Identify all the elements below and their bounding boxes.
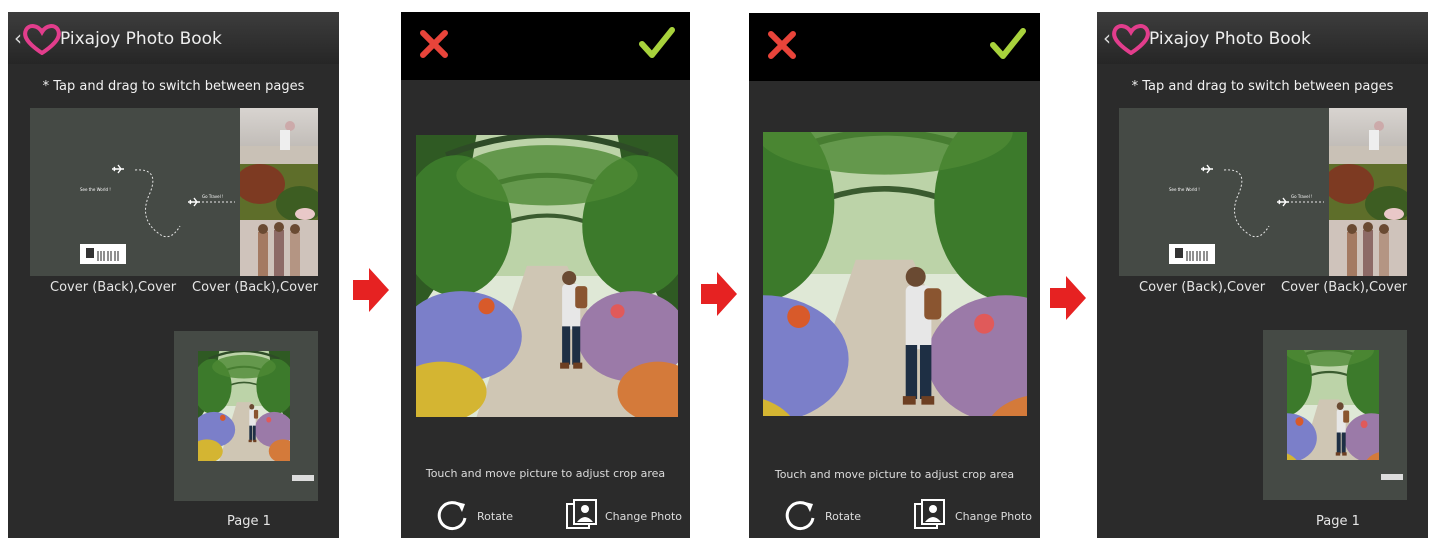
back-chevron-icon[interactable]: ‹ (1103, 28, 1111, 48)
change-photo-button[interactable]: Change Photo (913, 498, 1037, 534)
rotate-icon (783, 498, 817, 532)
cover-label: Cover (Back),Cover (1281, 280, 1408, 295)
crop-screen-after: Touch and move picture to adjust crop ar… (749, 13, 1040, 538)
rotate-label: Rotate (477, 510, 514, 523)
cover-label: Cover (Back),Cover (192, 280, 319, 295)
app-header: ‹ Pixajoy Photo Book (8, 12, 339, 64)
cover-back-design: See the World ! Go Travel ! (1119, 108, 1329, 276)
app-title: Pixajoy Photo Book (1149, 29, 1311, 49)
cover-spread[interactable]: See the World ! Go Travel ! (30, 108, 324, 276)
page-1-text-bar (292, 475, 314, 481)
book-screen-before: ‹ Pixajoy Photo Book * Tap and drag to s… (8, 12, 339, 538)
check-icon[interactable] (990, 28, 1026, 60)
heart-logo-icon (1111, 23, 1151, 55)
change-photo-label: Change Photo (605, 510, 682, 523)
switch-pages-hint: * Tap and drag to switch between pages (42, 79, 305, 94)
close-icon[interactable] (419, 29, 449, 59)
change-photo-icon (913, 498, 947, 532)
barcode-icon (80, 244, 126, 264)
page-1-card[interactable] (174, 331, 318, 501)
rotate-button[interactable]: Rotate (435, 498, 545, 534)
cover-thumb-forest (1324, 164, 1413, 222)
page-1-photo-cropped[interactable] (1287, 350, 1379, 460)
rotate-button[interactable]: Rotate (783, 498, 893, 534)
heart-logo-icon (22, 23, 62, 55)
app-title: Pixajoy Photo Book (60, 29, 222, 49)
cover-text-go-travel: Go Travel ! (1291, 194, 1313, 199)
page-1-label: Page 1 (227, 514, 271, 529)
book-screen-after: ‹ Pixajoy Photo Book * Tap and drag to s… (1097, 12, 1428, 538)
cover-thumb-friends (240, 220, 318, 276)
switch-pages-hint: * Tap and drag to switch between pages (1131, 79, 1394, 94)
crop-photo[interactable] (416, 135, 678, 417)
cover-text-go-travel: Go Travel ! (202, 194, 224, 199)
change-photo-label: Change Photo (955, 510, 1032, 523)
page-1-card[interactable] (1263, 330, 1407, 500)
close-icon[interactable] (767, 30, 797, 60)
crop-screen-before: Touch and move picture to adjust crop ar… (401, 12, 690, 538)
rotate-label: Rotate (825, 510, 862, 523)
crop-hint: Touch and move picture to adjust crop ar… (425, 467, 666, 480)
cover-back-label: Cover (Back),Cover (50, 280, 177, 295)
crop-toolbar (401, 12, 690, 80)
crop-photo-zoomed[interactable] (763, 132, 1027, 416)
cover-thumb-beach (240, 108, 318, 164)
cover-text-see-world: See the World ! (80, 187, 111, 192)
change-photo-icon (565, 498, 599, 532)
next-arrow-icon (353, 268, 389, 312)
check-icon[interactable] (639, 27, 675, 59)
cover-thumb-friends (1329, 220, 1407, 276)
change-photo-button[interactable]: Change Photo (565, 498, 685, 534)
barcode-icon (1169, 244, 1215, 264)
next-arrow-icon (701, 272, 737, 316)
cover-back-label: Cover (Back),Cover (1139, 280, 1266, 295)
back-chevron-icon[interactable]: ‹ (14, 28, 22, 48)
travel-doodle (80, 164, 235, 264)
cover-text-see-world: See the World ! (1169, 187, 1200, 192)
next-arrow-icon (1050, 276, 1086, 320)
app-header: ‹ Pixajoy Photo Book (1097, 12, 1428, 64)
crop-hint: Touch and move picture to adjust crop ar… (774, 468, 1015, 481)
cover-thumb-forest (235, 164, 324, 222)
rotate-icon (435, 498, 469, 532)
page-1-label: Page 1 (1316, 514, 1360, 529)
page-1-text-bar (1381, 474, 1403, 480)
travel-doodle (1169, 164, 1324, 264)
cover-spread[interactable]: See the World ! Go Travel ! (1119, 108, 1413, 276)
crop-toolbar (749, 13, 1040, 81)
page-1-photo[interactable] (198, 351, 290, 461)
cover-back-design: See the World ! Go Travel ! (30, 108, 240, 276)
cover-thumb-beach (1329, 108, 1407, 164)
